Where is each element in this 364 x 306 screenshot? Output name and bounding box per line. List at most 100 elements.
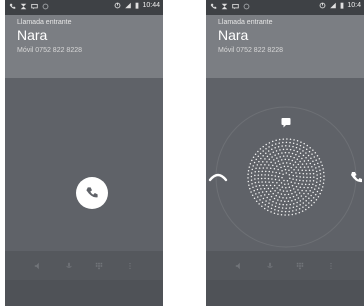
glowpad-dot	[259, 199, 261, 201]
glowpad-dot	[257, 181, 260, 183]
more-icon[interactable]	[126, 262, 134, 270]
glowpad-dot	[254, 153, 257, 155]
glowpad-dot	[299, 179, 301, 182]
glowpad-dot	[274, 143, 277, 145]
glowpad-dot	[305, 208, 307, 211]
glowpad-dot	[271, 171, 274, 173]
glowpad-dot	[317, 196, 320, 198]
glowpad-dot	[296, 143, 298, 145]
glowpad-dot	[284, 151, 287, 154]
glowpad-dot	[280, 182, 283, 184]
glowpad-dot	[254, 171, 256, 173]
status-icons-left	[9, 3, 49, 10]
glowpad-dot	[294, 191, 296, 193]
glowpad-dot	[289, 189, 292, 192]
speaker-icon[interactable]	[235, 262, 243, 270]
glowpad-dot	[319, 192, 321, 195]
glowpad-dot	[314, 193, 317, 196]
glowpad-dot	[289, 162, 291, 165]
glowpad-dot	[322, 171, 325, 174]
glowpad-dot	[270, 211, 272, 213]
glowpad-dot	[286, 138, 288, 140]
message-icon	[232, 3, 239, 10]
glowpad-dot	[295, 146, 298, 149]
glowpad-dot	[295, 153, 297, 156]
glowpad-dot	[248, 184, 250, 186]
glowpad-dot	[292, 178, 294, 180]
answer-call-button[interactable]	[76, 177, 108, 209]
glowpad-dots[interactable]	[247, 138, 325, 216]
glowpad-dot	[282, 141, 284, 144]
dialpad-icon[interactable]	[95, 262, 103, 270]
glowpad-dot	[308, 150, 311, 153]
glowpad-dot	[264, 164, 266, 166]
glowpad-dot	[271, 148, 273, 150]
answer-glowpad[interactable]	[206, 78, 364, 251]
call-actions-bar	[5, 251, 163, 280]
glowpad-dot	[272, 181, 274, 184]
glowpad-dot	[301, 210, 304, 212]
glowpad-dot	[310, 157, 312, 159]
glowpad-dot	[267, 174, 270, 176]
glowpad-dot	[252, 165, 254, 167]
glowpad-dot	[259, 152, 262, 155]
dialpad-icon[interactable]	[296, 262, 304, 270]
glowpad-dot	[275, 194, 277, 197]
glowpad-dot	[268, 193, 270, 196]
glowpad-dot	[297, 169, 300, 171]
glowpad-dot	[272, 192, 274, 195]
glowpad-dot	[280, 166, 282, 169]
glowpad-dot	[284, 168, 287, 171]
speaker-icon[interactable]	[34, 262, 42, 270]
phone-icon	[210, 3, 217, 9]
glowpad-dot	[322, 168, 324, 170]
alarm-icon	[42, 3, 49, 10]
glowpad-dot	[290, 181, 293, 183]
glowpad-dot	[247, 173, 249, 176]
glowpad-dot	[266, 161, 268, 163]
more-icon[interactable]	[327, 262, 335, 270]
glowpad-dot	[276, 157, 278, 159]
glowpad-dot	[286, 148, 288, 150]
glowpad-dot	[311, 153, 313, 155]
glowpad-dot	[275, 139, 277, 142]
glowpad-dot	[278, 138, 281, 141]
glowpad-dot	[301, 163, 304, 165]
glowpad-dot	[247, 180, 250, 183]
glowpad-dot	[292, 206, 295, 209]
glowpad-dot	[266, 167, 268, 169]
glowpad-dot	[280, 193, 283, 195]
glowpad-dot	[300, 141, 302, 143]
glowpad-dot	[289, 141, 291, 144]
reply-message-target[interactable]	[281, 118, 291, 128]
glowpad-dot	[299, 204, 301, 206]
glowpad-dot	[278, 206, 280, 209]
glowpad-dot	[299, 152, 302, 155]
glowpad-dot	[279, 149, 281, 151]
glowpad-dot	[308, 197, 310, 200]
glowpad-dot	[312, 179, 315, 182]
mute-icon[interactable]	[65, 262, 73, 270]
glowpad-dot	[284, 210, 287, 213]
glowpad-dot	[316, 174, 318, 176]
glowpad-dot	[312, 183, 314, 185]
glowpad-dot	[301, 183, 303, 185]
glowpad-dot	[289, 138, 292, 141]
answer-call-target[interactable]	[351, 172, 362, 183]
mute-icon[interactable]	[266, 262, 274, 270]
glowpad-dot	[299, 176, 301, 178]
glowpad-dot	[302, 146, 305, 149]
glowpad-dot	[297, 182, 300, 185]
glowpad-dot	[281, 210, 283, 213]
glowpad-dot	[278, 142, 280, 144]
glowpad-dot	[320, 161, 322, 163]
glowpad-dot	[268, 142, 271, 144]
glowpad-dot	[282, 197, 284, 199]
glowpad-dot	[285, 141, 288, 144]
glowpad-dot	[295, 212, 297, 215]
glowpad-dot	[313, 163, 316, 166]
glowpad-dot	[279, 156, 281, 158]
decline-call-target[interactable]	[208, 173, 228, 182]
glowpad-dot	[282, 148, 285, 151]
glowpad-dot	[294, 182, 296, 184]
